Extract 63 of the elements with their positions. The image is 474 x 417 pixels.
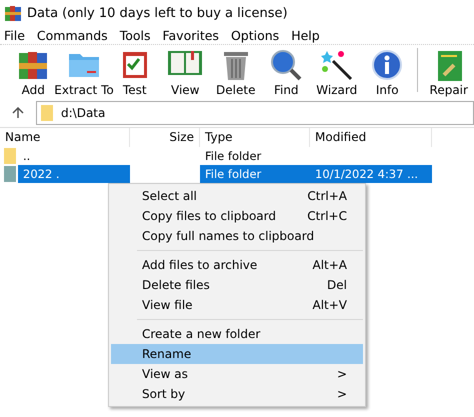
toolbar-button[interactable]: View [160,49,210,97]
folder-icon [41,105,53,121]
menu-item[interactable]: Commands [36,28,108,42]
column-header[interactable]: Modified [310,128,432,147]
menu-option[interactable]: Select all Ctrl+A [111,186,363,206]
clipboard-check-icon [120,49,149,79]
column-header[interactable]: Name [0,128,130,147]
option-label: Add files to archive [142,258,258,272]
menu-item[interactable]: Tools [120,28,150,42]
submenu-arrow: > [336,387,347,401]
info-icon [371,49,404,81]
toolbar-button[interactable]: Wizard [312,49,362,97]
toolbar-button[interactable]: Repair [423,49,474,97]
column-header[interactable]: Type [200,128,310,147]
menu-item[interactable]: Options [230,28,280,42]
app-icon [5,5,21,21]
menu-option[interactable]: Create a new folder [111,324,363,344]
book-icon [436,49,462,81]
file-type: File folder [200,165,310,183]
shortcut-label: Ctrl+A [307,189,347,203]
option-label: Copy full names to clipboard [142,229,314,243]
option-label: View as [142,367,188,381]
shortcut-label: Alt+A [312,258,347,272]
menu-option[interactable]: Delete files Del [111,275,363,295]
option-label: Sort by [142,387,186,401]
file-modified: 10/1/2022 4:37 ... [310,165,432,183]
option-label: Select all [142,189,197,203]
toolbar-button[interactable]: Delete [210,49,261,97]
file-name[interactable]: 2022 . [18,165,130,183]
file-name[interactable]: .. [18,147,130,165]
option-label: Delete files [142,278,210,292]
folder-icon [4,148,16,164]
submenu-arrow: > [336,367,347,381]
magnifier-icon [270,49,302,81]
option-label: View file [142,298,193,312]
trash-icon [222,49,249,81]
books-icon [17,49,50,81]
menu-option[interactable]: Copy files to clipboard Ctrl+C [111,206,363,226]
menu-item[interactable]: Help [291,28,320,42]
column-header[interactable]: Size [130,128,200,147]
shortcut-label: Del [327,278,347,292]
option-label: Create a new folder [142,327,260,341]
option-label: Copy files to clipboard [142,209,276,223]
option-label: Rename [142,347,192,361]
menu-option[interactable]: Copy full names to clipboard [111,226,363,246]
up-arrow-icon[interactable] [12,107,24,119]
menu-option[interactable]: Rename [111,344,363,364]
menu-option[interactable]: Add files to archive Alt+A [111,255,363,275]
folder-icon [4,166,16,182]
window-title: Data (only 10 days left to buy a license) [27,6,288,20]
magic-wand-icon [320,49,353,81]
menu-option[interactable]: Sort by > [111,384,363,404]
menu-option[interactable]: View file Alt+V [111,295,363,315]
toolbar-button[interactable]: Find [261,49,312,97]
menu-option[interactable]: View as > [111,364,363,384]
shortcut-label: Alt+V [312,298,347,312]
file-type: File folder [204,148,262,165]
address-field[interactable]: d:\Data [36,101,474,125]
menu-item[interactable]: File [4,28,25,42]
toolbar-button[interactable]: Info [362,49,412,97]
book-icon [167,49,204,77]
menu-item[interactable]: Favorites [162,28,219,42]
shortcut-label: Ctrl+C [307,209,347,223]
